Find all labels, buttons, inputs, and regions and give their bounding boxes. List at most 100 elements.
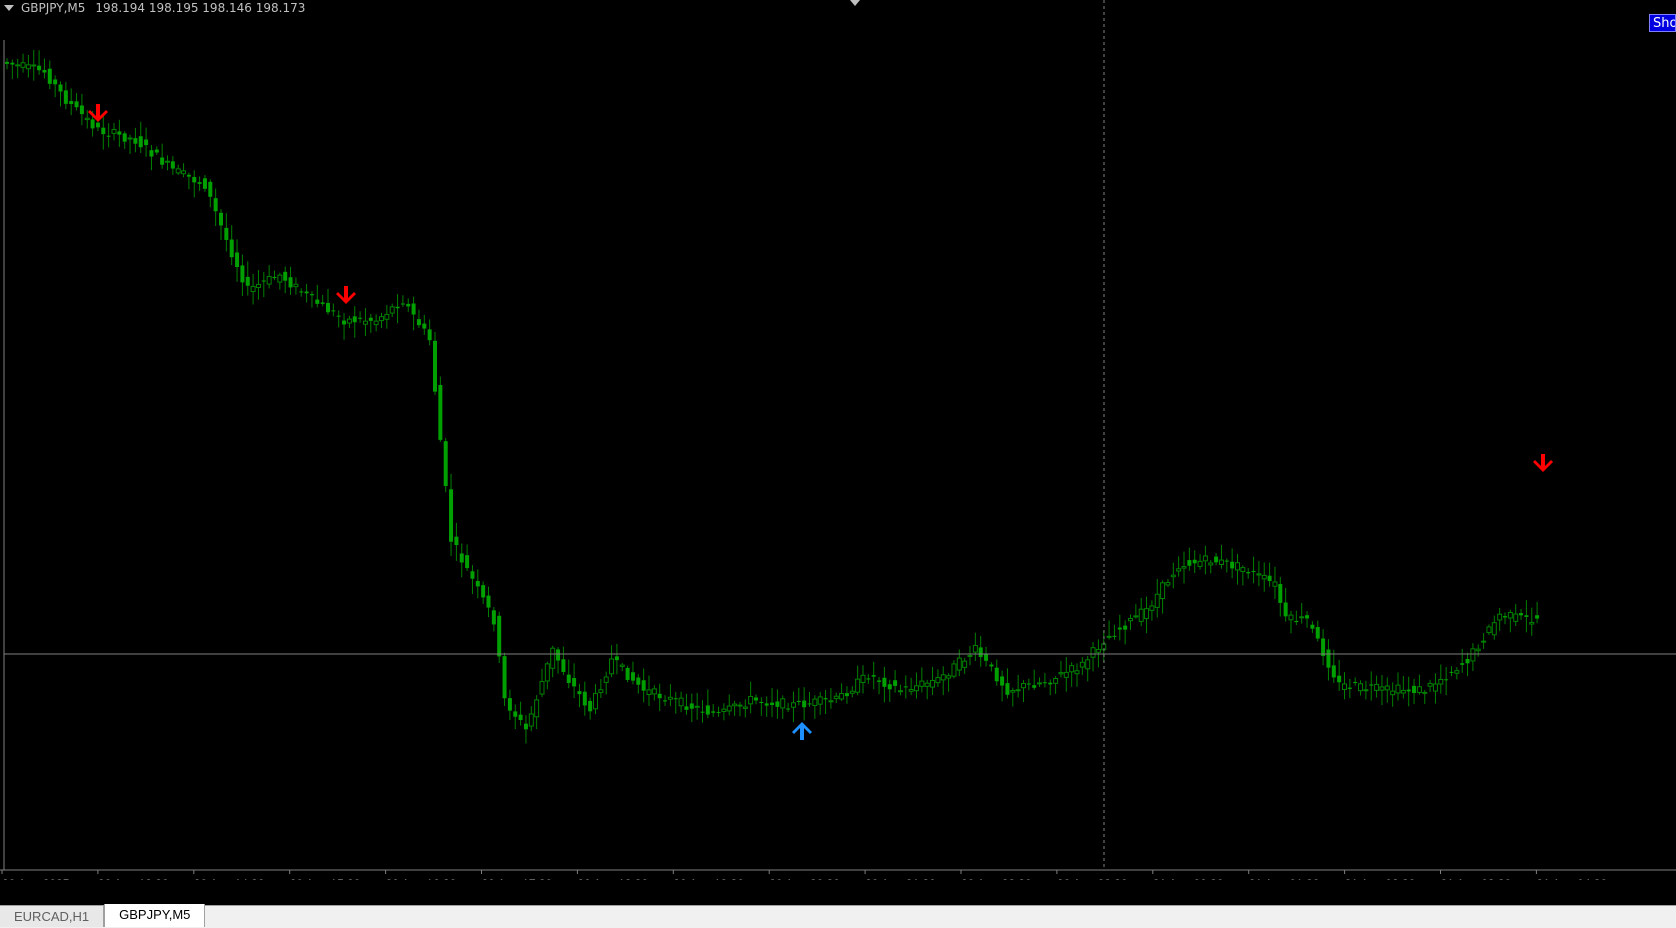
candle-body <box>903 686 908 688</box>
candle-body <box>288 277 293 288</box>
show-button[interactable]: Sho <box>1649 14 1676 32</box>
candle-body <box>764 703 769 706</box>
candle-body <box>346 318 352 324</box>
candle-body <box>138 136 143 148</box>
tab-eurcad-h1[interactable]: EURCAD,H1 <box>0 906 105 927</box>
candle-body <box>1535 615 1540 619</box>
candle-body <box>1406 689 1411 692</box>
candle-body <box>293 283 299 288</box>
candle-body <box>1128 617 1133 622</box>
time-axis-label: 20 Aug 16:30 <box>386 877 457 880</box>
candle-body <box>1026 683 1031 685</box>
candle-body <box>320 302 325 304</box>
candle-body <box>266 276 272 285</box>
candle-body <box>1384 685 1390 691</box>
candle-body <box>208 181 213 197</box>
candle-body <box>373 320 379 326</box>
candle-body <box>149 150 154 157</box>
sell-signal-down-arrow-icon <box>1533 454 1553 472</box>
candle-body <box>887 684 892 690</box>
candle-body <box>817 696 823 705</box>
candle-body <box>1192 559 1197 564</box>
candle-body <box>1294 620 1299 623</box>
chart-shift-marker-icon[interactable] <box>850 0 860 6</box>
candle-body <box>946 675 952 679</box>
candle-body <box>1529 621 1535 625</box>
sell-signal-down-arrow-icon <box>336 286 356 304</box>
candle-body <box>315 299 320 304</box>
candle-body <box>1422 691 1428 694</box>
candle-body <box>400 303 405 305</box>
candle-body <box>491 610 496 625</box>
candle-body <box>1048 682 1053 685</box>
candle-body <box>636 677 641 685</box>
candle-body <box>1444 679 1449 681</box>
candle-body <box>1513 613 1519 622</box>
candle-body <box>1042 682 1047 684</box>
candle-body <box>245 276 250 286</box>
time-axis-label: 20 Aug 2025 <box>2 877 70 880</box>
candle-body <box>272 277 277 279</box>
collapse-triangle-icon[interactable] <box>4 5 14 11</box>
candle-body <box>1507 611 1513 619</box>
candle-body <box>828 700 834 703</box>
candle-body <box>1491 622 1497 636</box>
candle-body <box>95 122 100 128</box>
candle-body <box>309 294 314 296</box>
candle-body <box>240 265 245 283</box>
trading-terminal: GBPJPY,M5 198.194 198.195 198.146 198.17… <box>0 0 1676 928</box>
candle-body <box>1475 648 1481 652</box>
candle-body <box>1412 685 1417 694</box>
candle-body <box>1165 582 1171 586</box>
candle-body <box>358 317 363 319</box>
chart-header: GBPJPY,M5 198.194 198.195 198.146 198.17… <box>4 0 305 16</box>
candle-body <box>956 657 962 671</box>
candle-body <box>619 664 625 668</box>
candle-body <box>47 68 52 84</box>
candle-body <box>748 695 754 705</box>
candle-body <box>726 705 732 712</box>
buy-signal-up-arrow-icon <box>792 722 812 740</box>
candle-body <box>449 489 454 542</box>
candle-body <box>443 441 448 486</box>
time-axis-label: 20 Aug 19:30 <box>673 877 744 880</box>
candle-body <box>352 316 357 323</box>
price-chart[interactable]: GBPJPY,M5 198.194 198.195 198.146 198.17… <box>0 0 1676 891</box>
candle-body <box>1074 670 1080 675</box>
candle-body <box>261 280 266 282</box>
candle-body <box>304 291 309 294</box>
candle-body <box>1390 690 1396 696</box>
candle-body <box>598 689 604 694</box>
candle-body <box>539 681 545 695</box>
candle-body <box>1524 615 1529 617</box>
candle-body <box>1123 625 1128 630</box>
candle-body <box>1202 555 1208 562</box>
candle-body <box>1170 574 1176 578</box>
candle-body <box>994 667 999 682</box>
candle-body <box>967 654 973 657</box>
candle-body <box>754 697 758 701</box>
candle-body <box>69 101 74 105</box>
candle-body <box>326 302 330 313</box>
tab-gbpjpy-m5[interactable]: GBPJPY,M5 <box>104 904 206 927</box>
candle-body <box>919 680 925 687</box>
candle-body <box>74 101 79 108</box>
candle-body <box>678 697 684 707</box>
candle-body <box>1395 684 1401 694</box>
chart-symbol: GBPJPY,M5 <box>21 1 86 15</box>
time-axis-label: 20 Aug 22:30 <box>961 877 1032 880</box>
candle-body <box>175 168 181 174</box>
candle-body <box>165 160 170 163</box>
candle-body <box>1288 614 1294 621</box>
candle-body <box>855 678 861 693</box>
candle-body <box>1432 683 1438 692</box>
candle-body <box>111 129 117 134</box>
candle-body <box>641 680 646 691</box>
candle-body <box>331 310 336 312</box>
candle-body <box>839 693 845 700</box>
candle-body <box>475 580 480 587</box>
candle-body <box>433 340 437 392</box>
candle-body <box>1400 689 1406 694</box>
candle-body <box>1181 566 1187 569</box>
candle-body <box>528 713 534 727</box>
